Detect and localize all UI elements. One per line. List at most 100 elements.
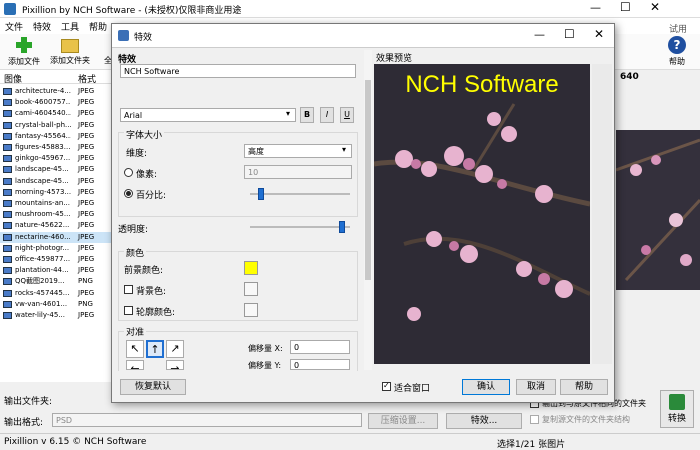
bold-button[interactable]: B [300,107,314,123]
file-row[interactable]: night-photogr... JPEG [0,243,112,254]
close-icon[interactable]: ✕ [650,0,660,14]
file-row[interactable]: plantation-44... JPEG [0,265,112,276]
main-preview-thumbnail [615,130,700,290]
file-row[interactable]: rocks-457445... JPEG [0,288,112,299]
opacity-slider-thumb[interactable] [339,221,346,233]
file-format: PNG [78,299,93,308]
compress-settings-button[interactable]: 压缩设置... [368,413,438,429]
bg-color-label: 背景色: [136,287,167,297]
fit-window-checkbox[interactable]: ✓ [382,381,391,391]
fg-color-swatch[interactable] [244,261,258,275]
align-top-button[interactable]: ↑ [146,340,164,358]
cancel-button[interactable]: 取消 [516,379,556,395]
file-row[interactable]: QQ截图2019... PNG [0,276,112,287]
settings-scrollbar[interactable] [364,50,372,370]
image-file-icon [3,177,12,185]
copy-structure-checkbox[interactable] [530,415,539,424]
align-top-right-button[interactable]: ↗ [166,340,184,358]
file-row[interactable]: vw-van-4601... PNG [0,299,112,310]
dimension-select[interactable]: 高度 [244,144,352,158]
add-folder-button[interactable]: 添加文件夹 [46,36,94,66]
preview-overlay-text: NCH Software [405,71,558,98]
image-file-icon [3,200,12,207]
file-row[interactable]: landscape-45... JPEG [0,164,112,175]
dimension-dropdown-icon[interactable]: ▾ [342,145,346,154]
dialog-help-button[interactable]: 帮助 [560,379,608,395]
menu-effects[interactable]: 特效 [28,18,56,35]
image-file-icon [3,132,12,140]
file-row[interactable]: figures-45883... JPEG [0,142,112,153]
file-row[interactable]: nectarine-460... JPEG [0,231,112,243]
align-right-button[interactable]: → [166,360,184,370]
add-file-button[interactable]: 添加文件 [4,36,44,67]
offset-x-input[interactable]: 0 [290,340,350,354]
file-row[interactable]: mountains-an... JPEG [0,198,112,209]
menu-tools[interactable]: 工具 [56,18,84,35]
file-row[interactable]: ginkgo-45967... JPEG [0,153,112,164]
file-format: JPEG [78,311,95,319]
convert-button[interactable]: 转换 [660,390,694,428]
file-name: crystal-ball-ph... [15,120,71,129]
file-name: ginkgo-45967... [15,154,71,163]
percent-radio[interactable] [124,189,133,198]
align-top-left-button[interactable]: ↖ [126,340,144,358]
file-format: JPEG [78,221,95,230]
offset-y-input[interactable]: 0 [290,359,350,370]
file-format: JPEG [78,154,95,163]
underline-button[interactable]: U [340,107,354,123]
file-row[interactable]: office-459877... JPEG [0,254,112,265]
file-row[interactable]: nature-45622... JPEG [0,220,112,231]
fg-color-label: 前景颜色: [124,266,164,276]
percent-slider-track[interactable] [250,193,350,195]
file-row[interactable]: morning-4573... JPEG [0,187,112,198]
maximize-icon[interactable]: ☐ [620,0,631,14]
file-row[interactable]: cami-4604540... JPEG [0,108,112,119]
dialog-title-bar: 特效 — ☐ ✕ [112,24,614,48]
help-button[interactable]: ? 帮助 [662,36,692,67]
align-left-button[interactable]: ← [126,360,144,370]
opacity-slider-track[interactable] [250,226,350,228]
convert-label: 转换 [667,414,686,424]
file-name: vw-van-4601... [15,299,68,308]
col-image[interactable]: 图像 [4,72,22,85]
file-name: night-photogr... [15,243,70,252]
file-row[interactable]: architecture-4... JPEG [0,86,112,97]
bg-color-swatch[interactable] [244,282,258,296]
main-title-bar: Pixillion by NCH Software - (未授权)仅限非商业用途… [0,0,700,18]
bg-color-checkbox[interactable] [124,285,133,294]
image-file-icon [3,166,12,174]
outline-color-checkbox[interactable] [124,306,133,315]
pixels-input[interactable]: 10 [244,165,352,179]
effects-button[interactable]: 特效... [446,413,522,429]
file-row[interactable]: mushroom-45... JPEG [0,209,112,220]
format-select[interactable]: PSD [52,413,362,427]
file-row[interactable]: landscape-45... JPEG [0,176,112,187]
menu-help[interactable]: 帮助 [84,18,112,35]
text-input[interactable]: NCH Software [120,64,356,78]
font-dropdown-icon[interactable]: ▾ [286,109,290,118]
file-row[interactable]: water-lily-45... JPEG [0,310,112,321]
add-folder-label: 添加文件夹 [50,56,90,65]
output-folder-label: 输出文件夹: [4,397,53,407]
file-row[interactable]: book-4600757... JPEG [0,97,112,108]
percent-slider-thumb[interactable] [257,188,264,200]
italic-button[interactable]: I [320,107,334,123]
dialog-minimize-icon[interactable]: — [534,28,545,41]
reset-defaults-button[interactable]: 恢复默认 [120,379,186,395]
ok-button[interactable]: 确认 [462,379,510,395]
dialog-maximize-icon[interactable]: ☐ [564,27,575,41]
file-format: JPEG [78,98,95,107]
outline-color-swatch[interactable] [244,303,258,317]
pixels-radio[interactable] [124,168,133,177]
dialog-close-icon[interactable]: ✕ [594,27,604,41]
col-format[interactable]: 格式 [78,72,96,85]
image-file-icon [3,222,12,230]
dialog-icon [118,30,129,41]
font-select[interactable]: Arial [120,108,296,122]
file-row[interactable]: crystal-ball-ph... JPEG [0,120,112,131]
file-name: landscape-45... [15,165,69,174]
minimize-icon[interactable]: — [590,1,601,14]
file-row[interactable]: fantasy-45564... JPEG [0,131,112,142]
menu-file[interactable]: 文件 [0,18,28,35]
file-name: cami-4604540... [15,109,71,118]
